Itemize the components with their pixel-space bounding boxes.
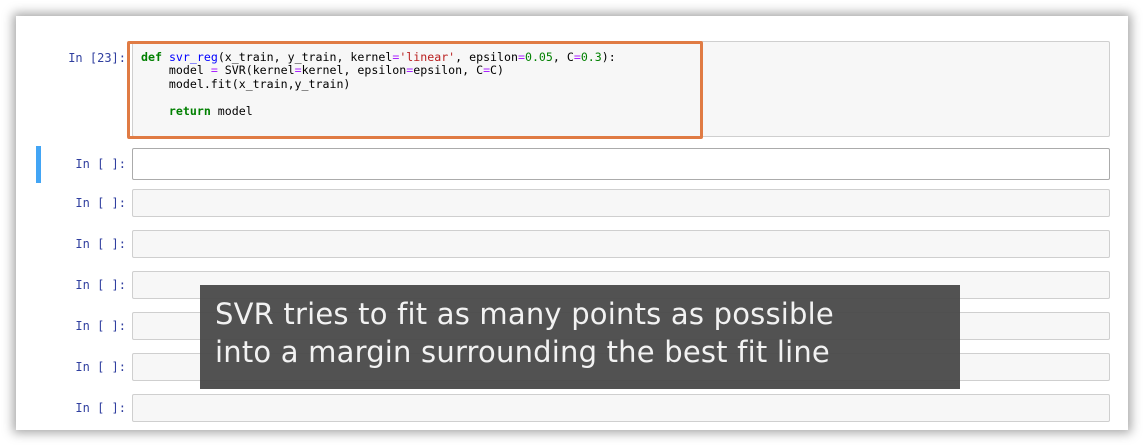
cell-prompt: In [ ]:: [75, 157, 126, 171]
code-line: def svr_reg(x_train, y_train, kernel='li…: [141, 50, 616, 64]
empty-cell[interactable]: In [ ]:: [36, 230, 1110, 258]
code-editor[interactable]: [132, 230, 1110, 258]
caption-line-2: into a margin surrounding the best fit l…: [215, 335, 830, 369]
cell-prompt: In [ ]:: [75, 237, 126, 251]
cell-prompt: In [ ]:: [75, 401, 126, 415]
cell-prompt: In [ ]:: [75, 278, 126, 292]
code-editor[interactable]: [132, 148, 1110, 180]
code-editor[interactable]: [132, 394, 1110, 422]
empty-cell-selected[interactable]: In [ ]:: [36, 146, 1110, 183]
code-editor[interactable]: def svr_reg(x_train, y_train, kernel='li…: [132, 41, 1110, 137]
code-text: def svr_reg(x_train, y_train, kernel='li…: [141, 50, 616, 118]
code-line: model = SVR(kernel=kernel, epsilon=epsil…: [141, 63, 505, 78]
screenshot-frame: In [23]: def svr_reg(x_train, y_train, k…: [16, 16, 1128, 430]
empty-cell[interactable]: In [ ]:: [36, 394, 1110, 422]
code-line: model.fit(x_train,y_train): [141, 76, 351, 91]
cell-prompt: In [ ]:: [75, 360, 126, 374]
cell-prompt: In [ ]:: [75, 319, 126, 333]
jupyter-notebook: In [23]: def svr_reg(x_train, y_train, k…: [16, 16, 1128, 430]
cell-prompt: In [23]:: [68, 51, 126, 65]
caption-overlay: SVR tries to fit as many points as possi…: [200, 285, 960, 389]
code-editor[interactable]: [132, 189, 1110, 217]
cell-prompt: In [ ]:: [75, 196, 126, 210]
caption-line-1: SVR tries to fit as many points as possi…: [215, 297, 834, 331]
empty-cell[interactable]: In [ ]:: [36, 189, 1110, 217]
code-line: return model: [168, 103, 253, 118]
code-cell-23[interactable]: In [23]: def svr_reg(x_train, y_train, k…: [36, 41, 1110, 137]
